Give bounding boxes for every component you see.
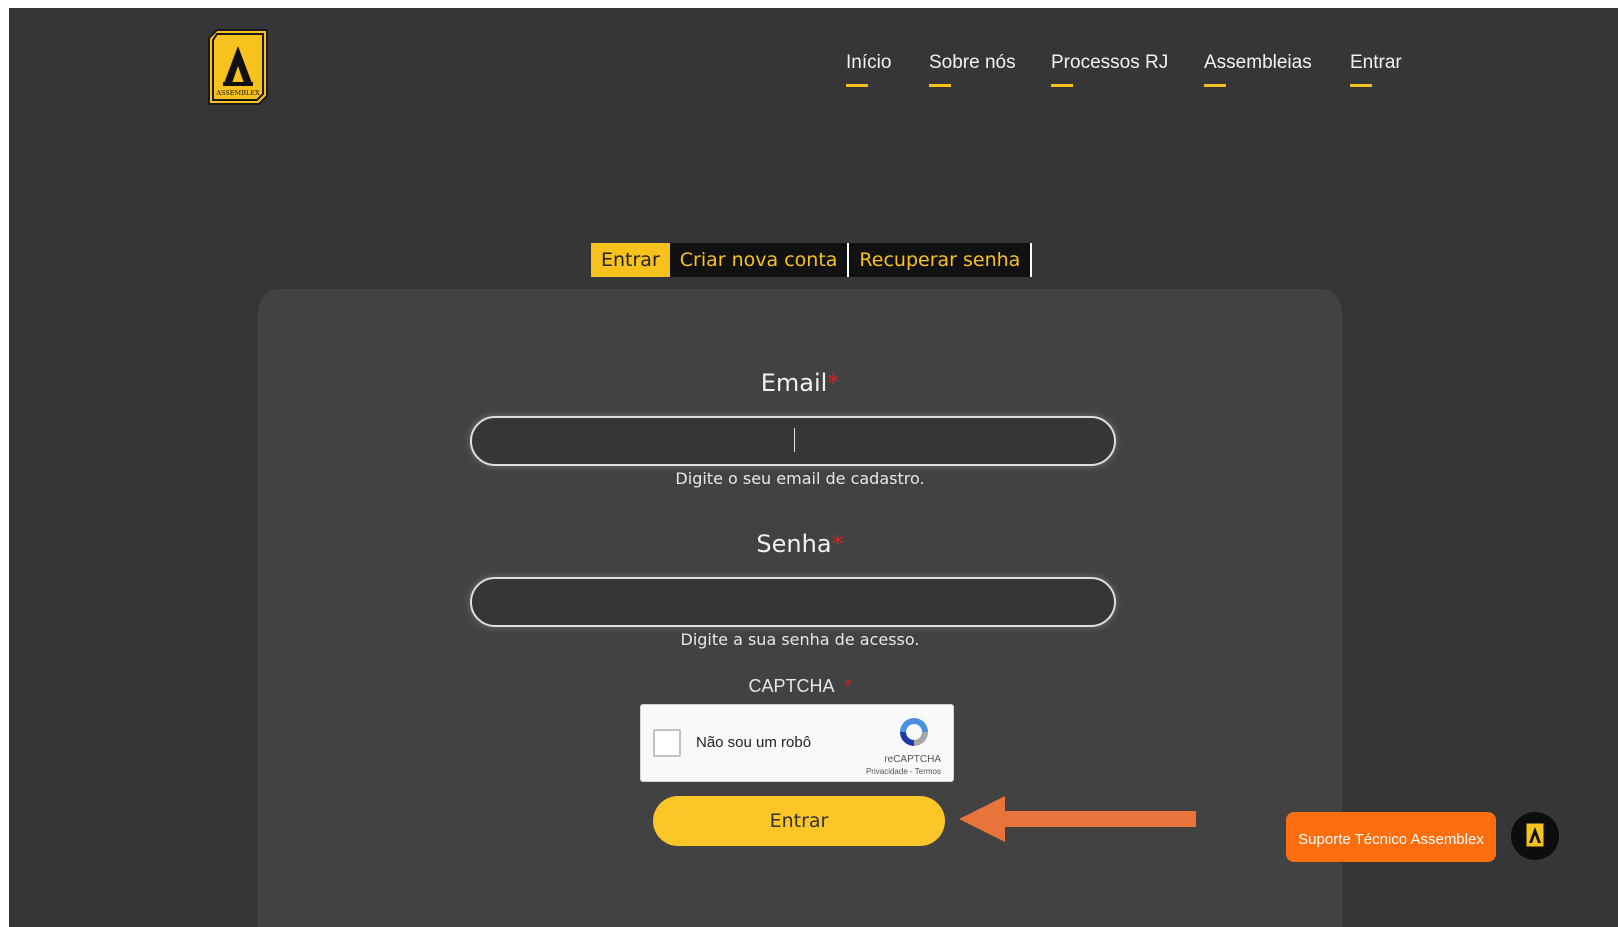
nav-underline (1350, 84, 1372, 87)
nav-item-inicio[interactable]: Início (846, 52, 892, 87)
support-chat-button[interactable]: Suporte Técnico Assemblex (1286, 812, 1496, 862)
password-field[interactable] (470, 577, 1116, 627)
password-label: Senha* (258, 530, 1342, 558)
login-page: ASSEMBLEX Início Sobre nós Processos RJ … (9, 8, 1618, 927)
tab-entrar[interactable]: Entrar (591, 243, 670, 277)
text-caret (794, 428, 795, 452)
email-field-wrap (258, 416, 1342, 466)
nav-item-sobre-nos[interactable]: Sobre nós (929, 52, 1016, 87)
nav-item-label: Entrar (1350, 52, 1402, 73)
nav-underline (846, 84, 868, 87)
required-mark: * (827, 369, 840, 397)
nav-item-label: Assembleias (1204, 52, 1312, 73)
recaptcha-terms-link[interactable]: Termos (915, 767, 941, 776)
nav-item-label: Início (846, 52, 892, 73)
recaptcha-icon (900, 718, 928, 746)
auth-tabs: Entrar Criar nova conta Recuperar senha (591, 243, 1033, 277)
nav-underline (1204, 84, 1226, 87)
recaptcha-links: Privacidade - Termos (866, 767, 941, 776)
captcha-label-text: CAPTCHA (748, 676, 835, 696)
nav-underline (1051, 84, 1073, 87)
nav-underline (929, 84, 951, 87)
email-field[interactable] (470, 416, 1116, 466)
main-nav: Início Sobre nós Processos RJ Assembleia… (9, 52, 1618, 102)
arrow-left-icon (959, 796, 1196, 842)
recaptcha-widget: Não sou um robô reCAPTCHA Privacidade - … (640, 704, 954, 782)
tab-recuperar-senha[interactable]: Recuperar senha (849, 243, 1033, 277)
password-hint: Digite a sua senha de acesso. (680, 630, 920, 649)
email-hint: Digite o seu email de cadastro. (675, 469, 925, 488)
login-submit-button[interactable]: Entrar (653, 796, 945, 846)
password-label-text: Senha (756, 530, 832, 558)
email-label: Email* (258, 369, 1342, 397)
recaptcha-label: Não sou um robô (696, 734, 812, 751)
tab-criar-nova-conta[interactable]: Criar nova conta (669, 243, 850, 277)
assemblex-avatar-icon[interactable] (1511, 812, 1559, 860)
nav-item-label: Processos RJ (1051, 52, 1169, 73)
recaptcha-link-separator: - (910, 767, 913, 776)
recaptcha-checkbox[interactable] (653, 729, 681, 757)
nav-item-label: Sobre nós (929, 52, 1016, 73)
email-label-text: Email (760, 369, 828, 397)
nav-item-assembleias[interactable]: Assembleias (1204, 52, 1312, 87)
recaptcha-privacy-link[interactable]: Privacidade (866, 767, 908, 776)
recaptcha-brand: reCAPTCHA (884, 754, 941, 765)
nav-item-processos-rj[interactable]: Processos RJ (1051, 52, 1169, 87)
nav-item-entrar[interactable]: Entrar (1350, 52, 1402, 87)
captcha-label: CAPTCHA * (258, 676, 1342, 697)
required-mark: * (831, 530, 844, 558)
required-mark: * (844, 676, 852, 696)
